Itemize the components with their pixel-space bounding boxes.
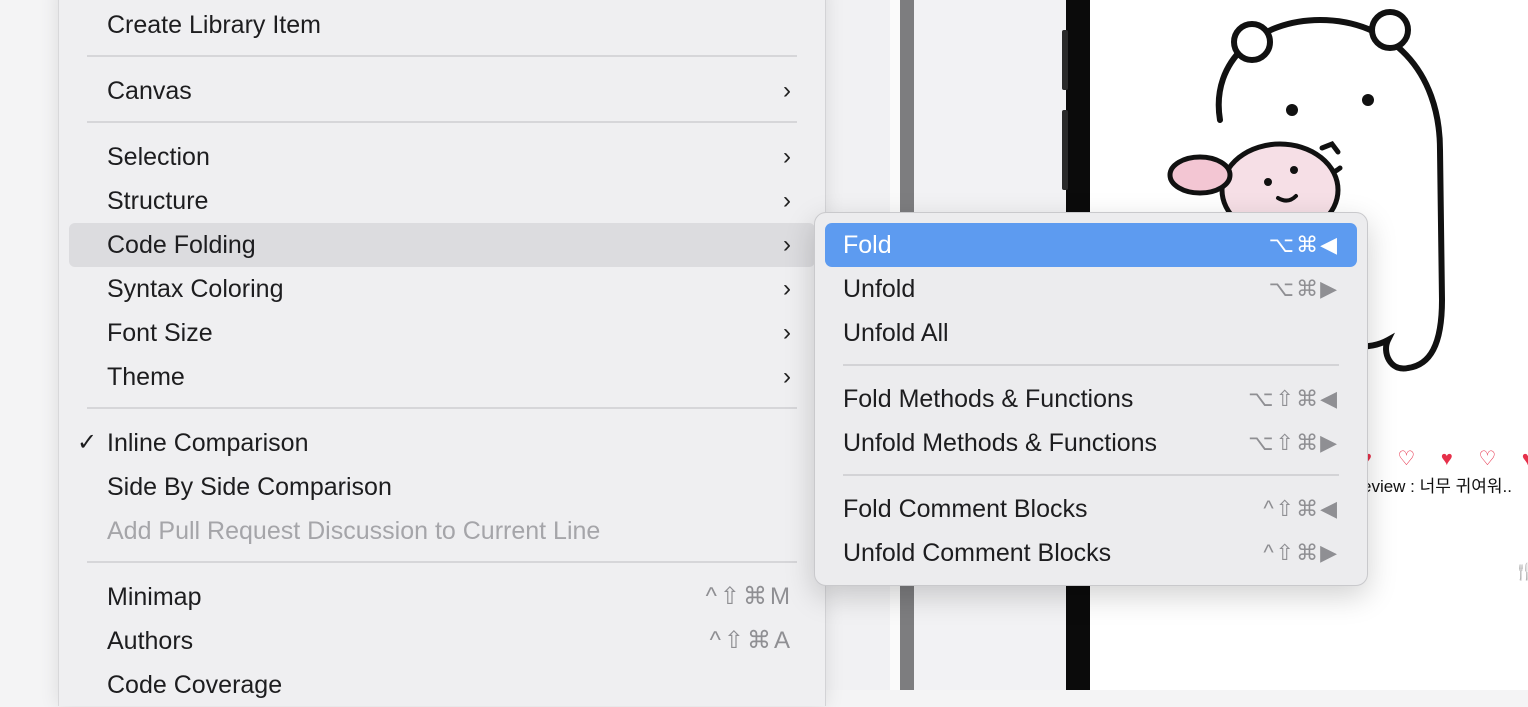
submenu-item-label: Unfold Comment Blocks bbox=[843, 539, 1112, 567]
rating-hearts: ♥ ♡ ♥ ♡ ♥ bbox=[1360, 448, 1528, 470]
menu-item-side-by-side-comparison[interactable]: Side By Side Comparison bbox=[69, 465, 815, 509]
menu-separator bbox=[87, 561, 797, 563]
submenu-item-shortcut: ⌥⇧⌘▶ bbox=[1248, 430, 1339, 455]
menu-item-font-size[interactable]: Font Size › bbox=[69, 311, 815, 355]
menu-item-label: Structure bbox=[107, 187, 209, 215]
menu-item-label: Code Coverage bbox=[107, 671, 283, 699]
menu-item-selection[interactable]: Selection › bbox=[69, 135, 815, 179]
submenu-item-shortcut: ⌥⌘◀ bbox=[1268, 232, 1339, 257]
menu-item-shortcut: ^⇧⌘M bbox=[705, 583, 793, 610]
submenu-item-fold[interactable]: Fold ⌥⌘◀ bbox=[825, 223, 1357, 267]
menu-item-syntax-coloring[interactable]: Syntax Coloring › bbox=[69, 267, 815, 311]
menu-item-code-coverage[interactable]: Code Coverage bbox=[69, 663, 815, 707]
menu-item-label: Side By Side Comparison bbox=[107, 473, 392, 501]
menu-separator bbox=[843, 364, 1339, 366]
submenu-item-shortcut: ^⇧⌘◀ bbox=[1263, 496, 1339, 521]
submenu-item-label: Unfold Methods & Functions bbox=[843, 429, 1158, 457]
menu-item-inline-comparison[interactable]: ✓ Inline Comparison bbox=[69, 421, 815, 465]
menu-item-label: Canvas bbox=[107, 77, 192, 105]
menu-item-label: Minimap bbox=[107, 583, 202, 611]
submenu-item-unfold[interactable]: Unfold ⌥⌘▶ bbox=[825, 267, 1357, 311]
menu-item-label: Inline Comparison bbox=[107, 429, 309, 457]
menu-item-add-pull-request-discussion: Add Pull Request Discussion to Current L… bbox=[69, 509, 815, 553]
menu-item-theme[interactable]: Theme › bbox=[69, 355, 815, 399]
chevron-right-icon: › bbox=[783, 363, 791, 390]
submenu-item-unfold-all[interactable]: Unfold All bbox=[825, 311, 1357, 355]
submenu-item-label: Unfold All bbox=[843, 319, 949, 347]
review-text: eview : 너무 귀여워.. bbox=[1362, 477, 1513, 496]
menu-separator bbox=[87, 55, 797, 57]
menu-item-label: Create Library Item bbox=[107, 11, 321, 39]
menu-item-label: Code Folding bbox=[107, 231, 256, 259]
chevron-right-icon: › bbox=[783, 143, 791, 170]
menu-item-authors[interactable]: Authors ^⇧⌘A bbox=[69, 619, 815, 663]
chevron-right-icon: › bbox=[783, 77, 791, 104]
chevron-right-icon: › bbox=[783, 275, 791, 302]
menu-item-label: Add Pull Request Discussion to Current L… bbox=[107, 517, 601, 545]
menu-item-label: Font Size bbox=[107, 319, 213, 347]
submenu-item-shortcut: ⌥⌘▶ bbox=[1268, 276, 1339, 301]
menu-item-label: Selection bbox=[107, 143, 210, 171]
menu-separator bbox=[87, 121, 797, 123]
menu-item-label: Theme bbox=[107, 363, 185, 391]
submenu-item-unfold-comment-blocks[interactable]: Unfold Comment Blocks ^⇧⌘▶ bbox=[825, 531, 1357, 575]
menu-item-minimap[interactable]: Minimap ^⇧⌘M bbox=[69, 575, 815, 619]
menu-separator bbox=[843, 474, 1339, 476]
menu-separator bbox=[87, 407, 797, 409]
submenu-item-unfold-methods-functions[interactable]: Unfold Methods & Functions ⌥⇧⌘▶ bbox=[825, 421, 1357, 465]
utensils-icon: 🍴 bbox=[1514, 564, 1528, 581]
device-side-button bbox=[1062, 110, 1068, 190]
menu-item-structure[interactable]: Structure › bbox=[69, 179, 815, 223]
menu-item-code-folding[interactable]: Code Folding › bbox=[69, 223, 815, 267]
submenu-item-shortcut: ⌥⇧⌘◀ bbox=[1248, 386, 1339, 411]
submenu-item-fold-methods-functions[interactable]: Fold Methods & Functions ⌥⇧⌘◀ bbox=[825, 377, 1357, 421]
chevron-right-icon: › bbox=[783, 231, 791, 258]
menu-item-canvas[interactable]: Canvas › bbox=[69, 69, 815, 113]
menu-item-create-library-item[interactable]: Create Library Item bbox=[69, 3, 815, 47]
menu-item-label: Authors bbox=[107, 627, 194, 655]
submenu-item-label: Unfold bbox=[843, 275, 916, 303]
chevron-right-icon: › bbox=[783, 187, 791, 214]
submenu-item-label: Fold Comment Blocks bbox=[843, 495, 1088, 523]
editor-menu: Create Library Item Canvas › Selection ›… bbox=[58, 0, 826, 706]
submenu-item-shortcut: ^⇧⌘▶ bbox=[1263, 540, 1339, 565]
menu-item-label: Syntax Coloring bbox=[107, 275, 284, 303]
checkmark-icon: ✓ bbox=[77, 429, 98, 456]
device-side-button bbox=[1062, 30, 1068, 90]
submenu-item-label: Fold bbox=[843, 231, 892, 259]
code-folding-submenu: Fold ⌥⌘◀ Unfold ⌥⌘▶ Unfold All Fold Meth… bbox=[814, 212, 1368, 586]
chevron-right-icon: › bbox=[783, 319, 791, 346]
submenu-item-fold-comment-blocks[interactable]: Fold Comment Blocks ^⇧⌘◀ bbox=[825, 487, 1357, 531]
menu-item-shortcut: ^⇧⌘A bbox=[709, 627, 793, 654]
submenu-item-label: Fold Methods & Functions bbox=[843, 385, 1134, 413]
